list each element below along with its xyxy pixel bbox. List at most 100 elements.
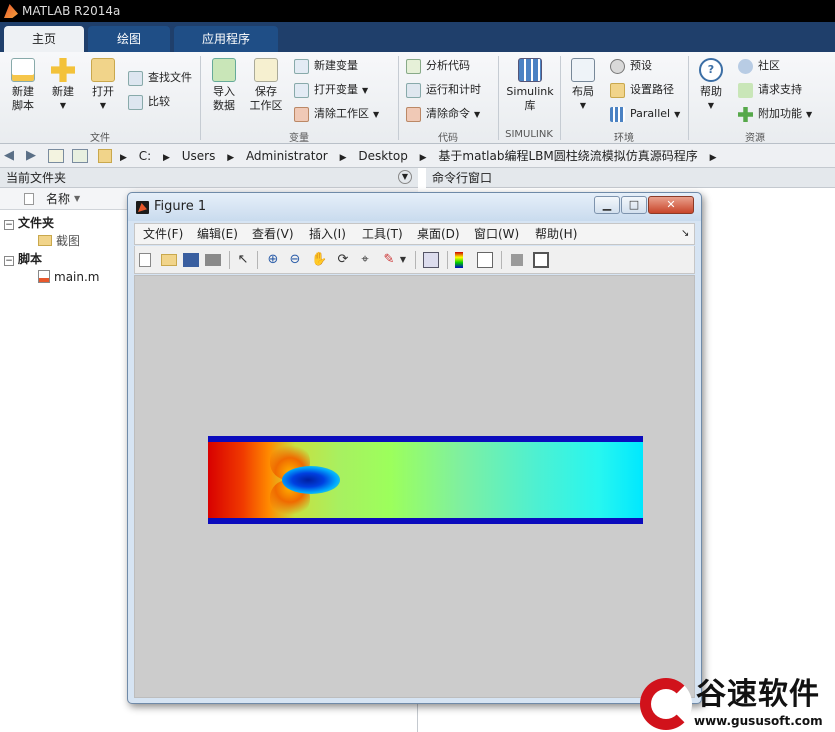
figure-toolbar: ↖ ⊕ ⊖ ✋ ⟳ ⌖ ✎ ▼ bbox=[134, 246, 695, 274]
toolbar-separator bbox=[257, 251, 258, 269]
layout-button[interactable]: 布局 ▼ bbox=[566, 58, 600, 113]
new-variable-button[interactable]: 新建变量 bbox=[294, 56, 358, 76]
menu-help[interactable]: 帮助(H) bbox=[535, 224, 577, 244]
forward-arrow-icon[interactable]: ▶ bbox=[26, 148, 36, 163]
script-item-label: main.m bbox=[54, 270, 100, 284]
rotate-3d-icon[interactable]: ⟳ bbox=[335, 252, 351, 268]
tab-apps[interactable]: 应用程序 bbox=[174, 26, 278, 52]
tree-group-folders[interactable]: − 文件夹 bbox=[4, 214, 54, 232]
pane-menu-icon[interactable]: ▼ bbox=[398, 170, 412, 184]
collapse-icon[interactable]: − bbox=[4, 256, 14, 266]
watermark-url: www.gususoft.com bbox=[694, 714, 823, 728]
print-icon[interactable] bbox=[205, 254, 221, 266]
request-support-button[interactable]: 请求支持 bbox=[738, 80, 802, 100]
column-name[interactable]: 名称 bbox=[46, 188, 70, 210]
save-icon[interactable] bbox=[183, 253, 199, 267]
folder-icon bbox=[610, 83, 625, 98]
analyze-code-label: 分析代码 bbox=[426, 59, 470, 72]
brush-icon[interactable]: ✎ bbox=[381, 252, 397, 268]
current-folder-title: 当前文件夹 bbox=[6, 171, 67, 185]
breadcrumb-item[interactable]: Users bbox=[182, 149, 216, 163]
top-wall bbox=[208, 436, 643, 442]
clear-workspace-label: 清除工作区 bbox=[314, 107, 369, 120]
new-script-label: 新建 脚本 bbox=[12, 85, 34, 112]
pointer-icon[interactable]: ↖ bbox=[235, 252, 251, 268]
clear-workspace-button[interactable]: 清除工作区 ▼ bbox=[294, 104, 379, 124]
breadcrumb-item[interactable]: Desktop bbox=[358, 149, 408, 163]
ribbon-tabbar: 主页 绘图 应用程序 bbox=[0, 22, 835, 52]
bottom-wall bbox=[208, 518, 643, 524]
link-plot-icon[interactable] bbox=[423, 252, 439, 268]
add-ons-button[interactable]: 附加功能 ▼ bbox=[738, 104, 812, 124]
preferences-label: 预设 bbox=[630, 59, 652, 72]
tab-home[interactable]: 主页 bbox=[4, 26, 84, 52]
run-and-time-button[interactable]: 运行和计时 bbox=[406, 80, 481, 100]
up-folder-icon[interactable] bbox=[48, 149, 64, 163]
breadcrumb-separator-icon: ▶ bbox=[227, 153, 235, 163]
maximize-button[interactable]: □ bbox=[621, 196, 647, 214]
compare-button[interactable]: 比较 bbox=[128, 92, 170, 112]
open-button[interactable]: 打开 ▼ bbox=[86, 58, 120, 113]
parallel-label: Parallel bbox=[630, 107, 671, 120]
dock-arrow-icon[interactable]: ↘ bbox=[681, 224, 689, 244]
analyze-code-button[interactable]: 分析代码 bbox=[406, 56, 470, 76]
help-button[interactable]: ? 帮助 ▼ bbox=[694, 58, 728, 113]
colorbar-icon[interactable] bbox=[455, 252, 463, 268]
toolbar-separator bbox=[501, 251, 502, 269]
list-item[interactable]: 截图 bbox=[38, 232, 80, 250]
tree-group-scripts[interactable]: − 脚本 bbox=[4, 250, 42, 268]
zoom-out-icon[interactable]: ⊖ bbox=[287, 252, 303, 268]
breadcrumb-item[interactable]: Administrator bbox=[246, 149, 328, 163]
menu-view[interactable]: 查看(V) bbox=[252, 224, 294, 244]
clear-commands-button[interactable]: 清除命令 ▼ bbox=[406, 104, 480, 124]
menu-file[interactable]: 文件(F) bbox=[143, 224, 183, 244]
figure-window[interactable]: Figure 1 ▁ □ ✕ 文件(F) 编辑(E) 查看(V) 插入(I) 工… bbox=[127, 192, 702, 704]
watermark: 谷速软件 www.gususoft.com bbox=[640, 678, 835, 732]
group-simulink-label: SIMULINK bbox=[505, 129, 553, 140]
new-script-button[interactable]: 新建 脚本 bbox=[6, 58, 40, 113]
menu-tools[interactable]: 工具(T) bbox=[362, 224, 403, 244]
new-figure-icon[interactable] bbox=[139, 253, 151, 267]
menu-insert[interactable]: 插入(I) bbox=[309, 224, 346, 244]
hide-plot-tools-icon[interactable] bbox=[511, 254, 523, 266]
ribbon-separator bbox=[498, 56, 499, 140]
import-data-button[interactable]: 导入 数据 bbox=[206, 58, 242, 113]
import-data-label: 导入 数据 bbox=[213, 85, 235, 112]
menu-window[interactable]: 窗口(W) bbox=[474, 224, 519, 244]
breadcrumb-item[interactable]: 基于matlab编程LBM圆柱绕流模拟仿真源码程序 bbox=[438, 149, 697, 163]
folder-icon bbox=[38, 235, 52, 246]
browse-folder-icon[interactable] bbox=[72, 149, 88, 163]
figure-canvas[interactable] bbox=[134, 275, 695, 698]
zoom-in-icon[interactable]: ⊕ bbox=[265, 252, 281, 268]
figure-titlebar[interactable]: Figure 1 ▁ □ ✕ bbox=[128, 193, 701, 221]
community-button[interactable]: 社区 bbox=[738, 56, 780, 76]
find-files-icon bbox=[128, 71, 143, 86]
parallel-button[interactable]: Parallel ▼ bbox=[610, 104, 680, 124]
tab-plots[interactable]: 绘图 bbox=[88, 26, 170, 52]
ribbon-separator bbox=[560, 56, 561, 140]
open-variable-button[interactable]: 打开变量 ▼ bbox=[294, 80, 368, 100]
collapse-icon[interactable]: − bbox=[4, 220, 14, 230]
back-arrow-icon[interactable]: ◀ bbox=[4, 148, 14, 163]
data-cursor-icon[interactable]: ⌖ bbox=[357, 252, 373, 268]
save-workspace-button[interactable]: 保存 工作区 bbox=[246, 58, 286, 113]
layout-icon bbox=[571, 58, 595, 82]
list-item[interactable]: main.m bbox=[38, 268, 100, 286]
pan-hand-icon[interactable]: ✋ bbox=[311, 252, 327, 268]
find-files-button[interactable]: 查找文件 bbox=[128, 68, 192, 88]
simulink-library-button[interactable]: Simulink 库 bbox=[504, 58, 556, 113]
open-file-icon[interactable] bbox=[161, 254, 177, 266]
menu-desktop[interactable]: 桌面(D) bbox=[417, 224, 460, 244]
new-button[interactable]: 新建 ▼ bbox=[46, 58, 80, 113]
folders-group-label: 文件夹 bbox=[18, 216, 55, 230]
brush-dropdown-icon[interactable]: ▼ bbox=[399, 252, 407, 268]
minimize-button[interactable]: ▁ bbox=[594, 196, 620, 214]
breadcrumb-item[interactable]: C: bbox=[139, 149, 151, 163]
close-button[interactable]: ✕ bbox=[648, 196, 694, 214]
legend-icon[interactable] bbox=[477, 252, 493, 268]
menu-edit[interactable]: 编辑(E) bbox=[197, 224, 238, 244]
preferences-button[interactable]: 预设 bbox=[610, 56, 652, 76]
show-plot-tools-icon[interactable] bbox=[533, 252, 549, 268]
set-path-button[interactable]: 设置路径 bbox=[610, 80, 674, 100]
eraser-icon bbox=[406, 107, 421, 122]
